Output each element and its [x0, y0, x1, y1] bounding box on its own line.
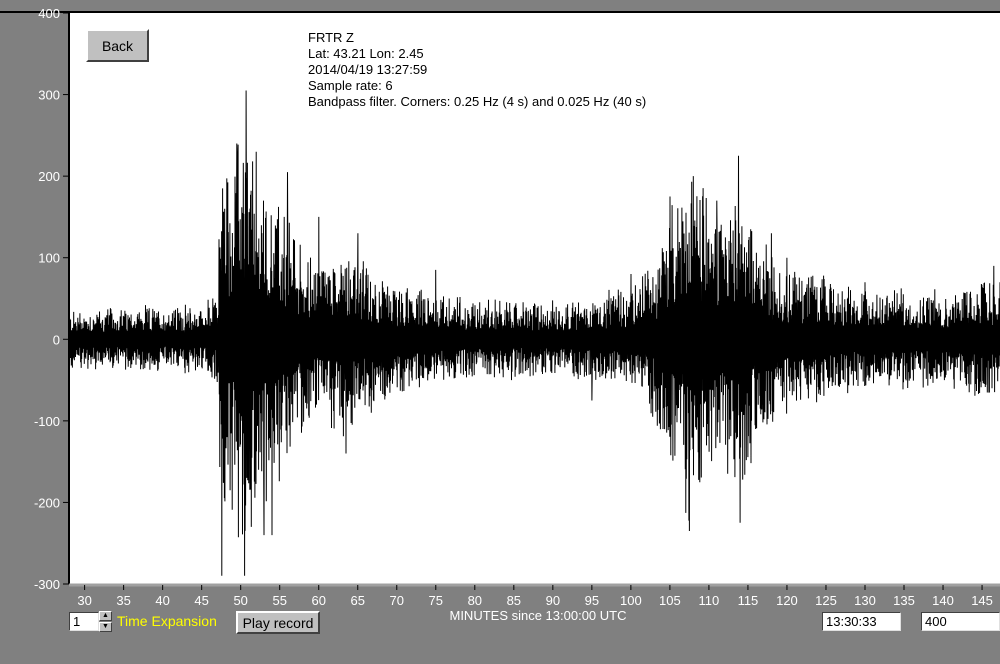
y-tick-label: 400 — [38, 6, 60, 21]
x-tick-label: 60 — [311, 593, 325, 608]
x-tick-label: 120 — [776, 593, 798, 608]
x-tick-label: 140 — [932, 593, 954, 608]
x-tick-label: 115 — [738, 593, 759, 608]
y-tick-label: 0 — [53, 332, 60, 347]
sample-rate-label: Sample rate: 6 — [308, 78, 393, 93]
seismogram-chart: -300 -200 -100 0 100 200 300 400 30 35 40 45 50 55 60… — [0, 6, 1000, 623]
x-tick-label: 145 — [971, 593, 993, 608]
x-axis-ticks: 30 35 40 45 50 55 60 65 70 75 80 85 90 95 100 105 110 115… — [77, 585, 993, 608]
play-record-button[interactable]: Play record — [236, 611, 320, 634]
x-tick-label: 35 — [116, 593, 130, 608]
x-tick-label: 130 — [854, 593, 876, 608]
x-tick-label: 95 — [585, 593, 599, 608]
x-tick-label: 50 — [233, 593, 247, 608]
x-tick-label: 125 — [815, 593, 837, 608]
datetime-label: 2014/04/19 13:27:59 — [308, 62, 427, 77]
x-tick-label: 100 — [620, 593, 642, 608]
x-tick-label: 55 — [272, 593, 286, 608]
y-tick-label: 100 — [38, 251, 60, 266]
time-expansion-label: Time Expansion — [117, 613, 217, 629]
time-display-field[interactable]: 13:30:33 — [822, 612, 901, 631]
y-tick-label: -100 — [34, 414, 60, 429]
station-label: FRTR Z — [308, 30, 354, 45]
y-axis-ticks: -300 -200 -100 0 100 200 300 400 — [34, 6, 69, 592]
y-tick-label: 200 — [38, 169, 60, 184]
location-label: Lat: 43.21 Lon: 2.45 — [308, 46, 424, 61]
x-tick-label: 85 — [507, 593, 521, 608]
x-tick-label: 90 — [546, 593, 560, 608]
time-expansion-input[interactable]: 1 — [69, 612, 99, 631]
x-tick-label: 45 — [194, 593, 208, 608]
amplitude-scale-field[interactable]: 400 — [921, 612, 1000, 631]
x-tick-label: 40 — [155, 593, 169, 608]
filter-label: Bandpass filter. Corners: 0.25 Hz (4 s) … — [308, 94, 646, 109]
x-axis-title: MINUTES since 13:00:00 UTC — [449, 608, 626, 623]
x-tick-label: 105 — [659, 593, 681, 608]
x-tick-label: 70 — [390, 593, 404, 608]
x-tick-label: 65 — [351, 593, 365, 608]
y-tick-label: 300 — [38, 88, 60, 103]
x-tick-label: 135 — [893, 593, 915, 608]
x-tick-label: 75 — [429, 593, 443, 608]
y-tick-label: -300 — [34, 577, 60, 592]
spin-down-icon[interactable]: ▼ — [99, 622, 112, 632]
x-tick-label: 110 — [699, 593, 720, 608]
y-tick-label: -200 — [34, 495, 60, 510]
x-tick-label: 30 — [77, 593, 91, 608]
spin-up-icon[interactable]: ▲ — [99, 611, 112, 621]
x-tick-label: 80 — [468, 593, 482, 608]
back-button[interactable]: Back — [86, 29, 149, 62]
